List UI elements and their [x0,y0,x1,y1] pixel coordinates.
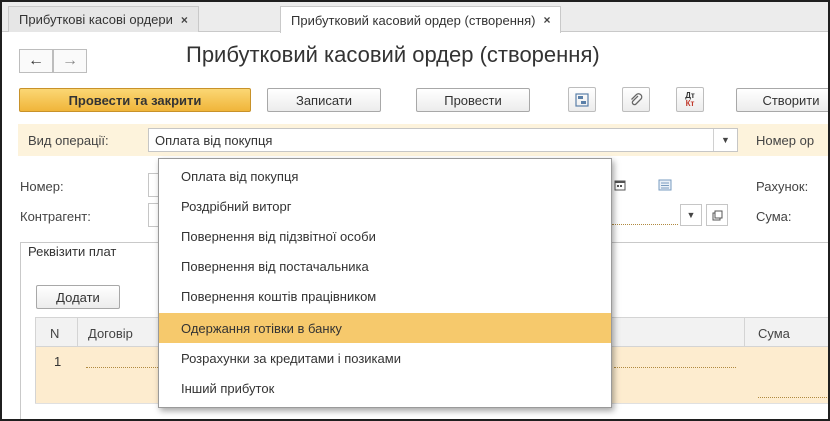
column-header-contract: Договір [88,325,133,341]
operation-dropdown-list: Оплата від покупця Роздрібний виторг Пов… [158,158,612,408]
back-button[interactable]: ← [19,49,53,73]
dropdown-item-loans[interactable]: Розрахунки за кредитами і позиками [159,343,611,373]
tab-label: Прибутковий касовий ордер (створення) [291,12,536,28]
counterparty-open-button[interactable] [706,204,728,226]
calendar-button[interactable] [610,174,630,196]
number-label: Номер: [20,179,64,194]
dropdown-item-other-income[interactable]: Інший прибуток [159,373,611,403]
account-label: Рахунок: [756,179,809,194]
list-icon [658,179,672,191]
contract-underline [86,367,158,368]
close-icon[interactable]: × [543,13,550,27]
structure-icon [575,92,589,107]
page-title: Прибутковий касовий ордер (створення) [186,42,600,67]
dropdown-item-accountable-person-return[interactable]: Повернення від підзвітної особи [159,221,611,251]
counterparty-underline [612,224,678,225]
dropdown-item-customer-payment[interactable]: Оплата від покупця [159,161,611,191]
create-button[interactable]: Створити [736,88,828,112]
dt-kt-button[interactable]: Дт Кт [676,87,704,112]
tab-label: Прибуткові касові ордери [19,12,173,27]
calendar-icon [614,180,626,191]
post-and-close-button[interactable]: Провести та закрити [19,88,251,112]
dropdown-item-bank-cash[interactable]: Одержання готівки в банку [159,313,611,343]
column-header-n: N [50,325,60,341]
sum-label: Сума: [756,209,792,224]
forward-button[interactable]: → [53,49,87,73]
post-button[interactable]: Провести [416,88,530,112]
save-button[interactable]: Записати [267,88,381,112]
dropdown-item-retail-revenue[interactable]: Роздрібний виторг [159,191,611,221]
chevron-down-icon: ▼ [686,210,696,220]
row-underline [614,367,736,368]
operation-select[interactable]: Оплата від покупця ▼ [148,128,738,152]
row-number: 1 [54,354,62,369]
tab-cash-receipt-new[interactable]: Прибутковий касовий ордер (створення) × [280,6,562,33]
arrow-right-icon: → [62,52,78,69]
dropdown-item-employee-return[interactable]: Повернення коштів працівником [159,281,611,311]
tab-cash-receipts-list[interactable]: Прибуткові касові ордери × [8,6,199,32]
structure-button[interactable] [568,87,596,112]
number-op-label: Номер ор [756,133,815,148]
list-button[interactable] [654,174,676,196]
operation-label: Вид операції: [28,133,109,148]
open-icon [712,210,722,220]
dropdown-item-supplier-return[interactable]: Повернення від постачальника [159,251,611,281]
counterparty-dropdown-button[interactable]: ▼ [680,204,702,226]
kt-icon: Кт [685,98,695,108]
add-row-button[interactable]: Додати [36,285,120,309]
attach-button[interactable] [622,87,650,112]
column-header-sum: Сума [758,325,790,341]
close-icon[interactable]: × [181,13,188,27]
tab-bar: Прибуткові касові ордери × Прибутковий к… [2,2,828,33]
counterparty-label: Контрагент: [20,209,91,224]
operation-value: Оплата від покупця [155,132,273,148]
tab-payment-details[interactable]: Реквізити плат [28,244,116,259]
paperclip-icon [631,92,643,105]
chevron-down-icon[interactable]: ▼ [713,129,737,151]
window-frame: Прибуткові касові ордери × Прибутковий к… [0,0,830,421]
sum-underline [758,397,828,398]
arrow-left-icon: ← [28,52,44,69]
